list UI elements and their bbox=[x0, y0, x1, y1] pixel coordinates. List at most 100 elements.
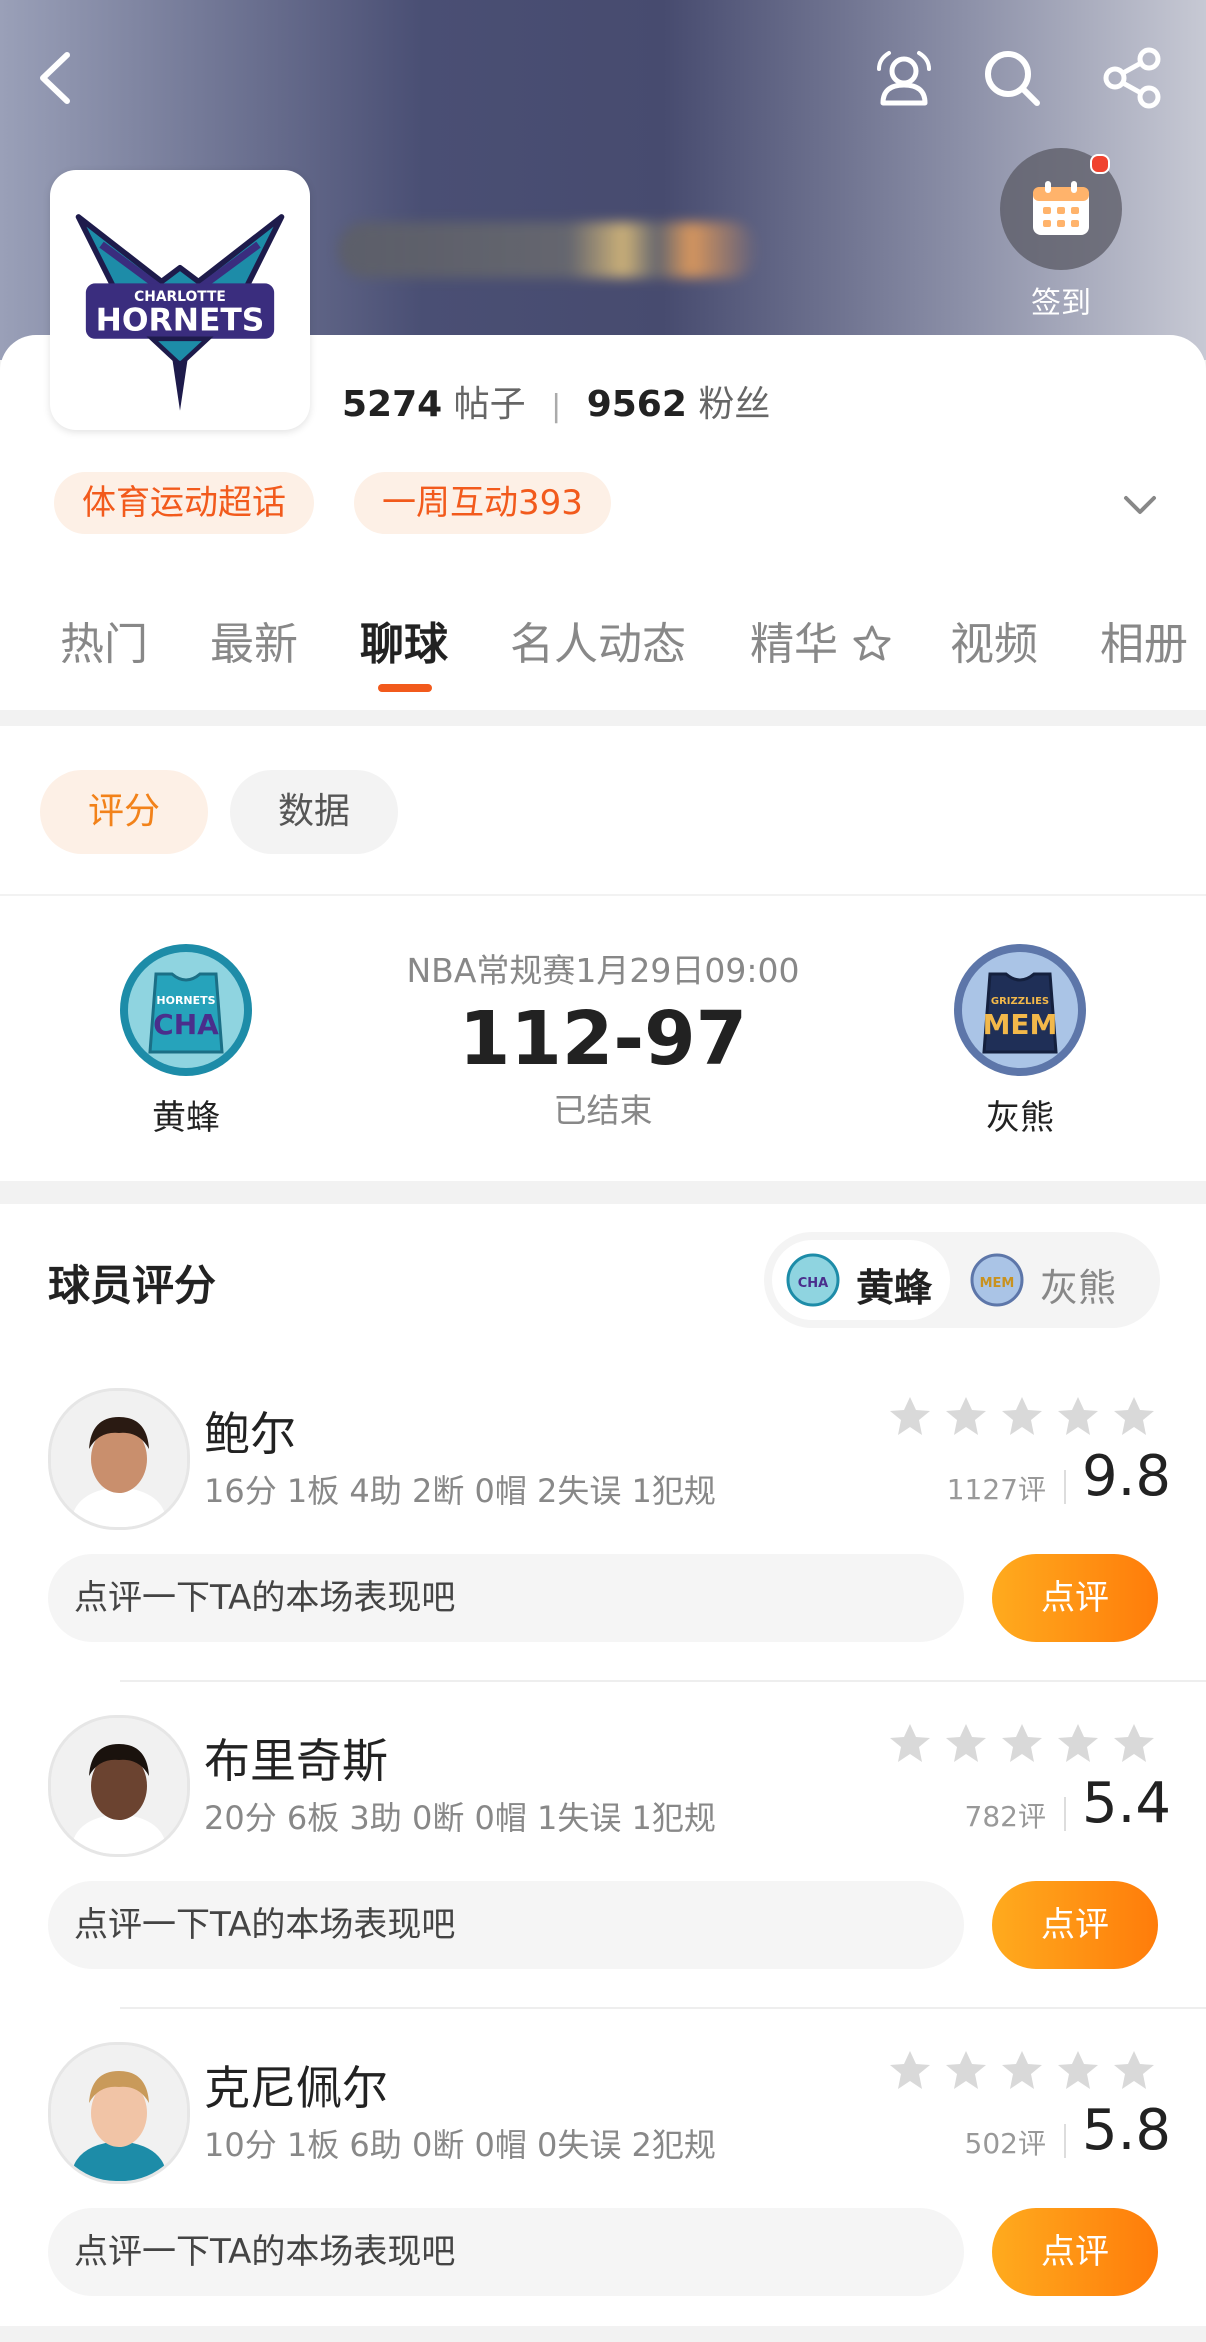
rating-star-icon[interactable] bbox=[1002, 1724, 1042, 1762]
away-badge-top: GRIZZLIES bbox=[991, 996, 1049, 1007]
blurred-topic-name bbox=[338, 222, 758, 278]
rating-count: 1127评 bbox=[946, 1473, 1046, 1506]
rating-star-icon[interactable] bbox=[1114, 1724, 1154, 1762]
tab-chat-ball[interactable]: 聊球 bbox=[360, 608, 448, 672]
rating-star-icon[interactable] bbox=[1058, 2051, 1098, 2089]
game-score: 112-97 bbox=[458, 996, 748, 1082]
player-photo bbox=[51, 1718, 187, 1854]
logo-text-main: HORNETS bbox=[96, 302, 265, 338]
checkin-button[interactable] bbox=[1000, 148, 1122, 270]
chat-button[interactable] bbox=[866, 40, 942, 116]
row-divider bbox=[120, 2007, 1206, 2009]
tab-featured[interactable]: 精华 bbox=[750, 608, 892, 672]
grizzlies-badge-icon[interactable]: GRIZZLIES MEM bbox=[950, 940, 1090, 1080]
posts-label: 帖子 bbox=[453, 384, 526, 425]
tag-super-topic[interactable]: 体育运动超话 bbox=[54, 472, 314, 534]
player-rating-score: 5.4 bbox=[1082, 1771, 1172, 1836]
tab-celebrity[interactable]: 名人动态 bbox=[510, 608, 686, 672]
team-switch-away-label: 灰熊 bbox=[1040, 1266, 1117, 1310]
rating-star-icon[interactable] bbox=[890, 1724, 930, 1762]
comment-button[interactable]: 点评 bbox=[992, 1881, 1158, 1969]
player-avatar[interactable] bbox=[48, 1715, 190, 1857]
star-outline-icon bbox=[853, 625, 891, 661]
away-team-name: 灰熊 bbox=[986, 1098, 1054, 1138]
tag-weekly-interaction[interactable]: 一周互动393 bbox=[354, 472, 611, 534]
player-stats: 16分 1板 4助 2断 0帽 2失误 1犯规 bbox=[204, 1472, 716, 1510]
tab-bar: 热门 最新 聊球 名人动态 精华 视频 相册 bbox=[0, 608, 1206, 692]
back-arrow-icon bbox=[40, 52, 70, 104]
notification-dot bbox=[1090, 154, 1110, 174]
rating-count: 502评 bbox=[964, 2127, 1046, 2160]
comment-button[interactable]: 点评 bbox=[992, 1554, 1158, 1642]
player-rating-score: 9.8 bbox=[1082, 1444, 1172, 1509]
player-name[interactable]: 布里奇斯 bbox=[204, 1725, 388, 1791]
rating-star-icon[interactable] bbox=[946, 1397, 986, 1435]
player-row: 克尼佩尔 10分 1板 6助 0断 0帽 0失误 2犯规 502评 5.8 点评一下TA… bbox=[0, 2042, 1206, 2342]
hornets-logo-icon: CHARLOTTE HORNETS bbox=[75, 214, 285, 411]
home-badge-top: HORNETS bbox=[156, 994, 215, 1007]
rating-star-icon[interactable] bbox=[946, 2051, 986, 2089]
rating-star-icon[interactable] bbox=[1002, 2051, 1042, 2089]
rating-star-icon[interactable] bbox=[1002, 1397, 1042, 1435]
rating-count: 782评 bbox=[964, 1800, 1046, 1833]
rating-star-icon[interactable] bbox=[890, 2051, 930, 2089]
calendar-icon bbox=[1033, 181, 1089, 235]
fans-label: 粉丝 bbox=[698, 384, 771, 425]
rating-star-icon[interactable] bbox=[1058, 1397, 1098, 1435]
player-name[interactable]: 克尼佩尔 bbox=[204, 2052, 388, 2118]
tab-latest[interactable]: 最新 bbox=[210, 608, 298, 672]
subtab-data[interactable]: 数据 bbox=[230, 770, 399, 854]
tab-featured-label: 精华 bbox=[750, 619, 838, 670]
checkin-label: 签到 bbox=[1031, 286, 1091, 321]
rating-star-icon[interactable] bbox=[1114, 1397, 1154, 1435]
tab-video[interactable]: 视频 bbox=[950, 608, 1038, 672]
subtab-rating[interactable]: 评分 bbox=[40, 770, 209, 854]
rating-divider bbox=[1064, 1470, 1066, 1504]
fans-count: 9562 bbox=[586, 384, 687, 425]
grizzlies-mini-icon: MEM bbox=[970, 1253, 1024, 1307]
rating-star-icon[interactable] bbox=[890, 1397, 930, 1435]
tab-album[interactable]: 相册 bbox=[1100, 608, 1188, 672]
comment-input[interactable]: 点评一下TA的本场表现吧 bbox=[48, 2208, 964, 2296]
team-logo: CHARLOTTE HORNETS bbox=[50, 170, 310, 430]
rating-star-icon[interactable] bbox=[1058, 1724, 1098, 1762]
search-button[interactable] bbox=[974, 40, 1050, 116]
player-stats: 10分 1板 6助 0断 0帽 0失误 2犯规 bbox=[204, 2126, 716, 2164]
hornets-badge-icon[interactable]: HORNETS CHA bbox=[116, 940, 256, 1080]
away-badge-main: MEM bbox=[983, 1008, 1058, 1041]
tab-hot[interactable]: 热门 bbox=[60, 608, 148, 672]
player-photo bbox=[51, 2045, 187, 2181]
rating-divider bbox=[1064, 2124, 1066, 2158]
comment-button[interactable]: 点评 bbox=[992, 2208, 1158, 2296]
star-rating[interactable] bbox=[888, 2048, 1158, 2094]
player-row: 布里奇斯 20分 6板 3助 0断 0帽 1失误 1犯规 782评 5.4 点评一下TA… bbox=[0, 1715, 1206, 2015]
home-team-name: 黄蜂 bbox=[152, 1098, 220, 1138]
hornets-mini-icon: CHA bbox=[786, 1253, 840, 1307]
stats-divider: | bbox=[551, 389, 562, 424]
player-photo bbox=[51, 1391, 187, 1527]
player-avatar[interactable] bbox=[48, 1388, 190, 1530]
back-button[interactable] bbox=[18, 40, 94, 116]
rating-star-icon[interactable] bbox=[946, 1724, 986, 1762]
share-icon bbox=[1103, 47, 1161, 109]
star-rating[interactable] bbox=[888, 1721, 1158, 1767]
team-switch: CHA 黄蜂 MEM 灰熊 bbox=[764, 1232, 1160, 1328]
active-tab-indicator bbox=[378, 684, 432, 692]
star-rating[interactable] bbox=[888, 1394, 1158, 1440]
comment-input[interactable]: 点评一下TA的本场表现吧 bbox=[48, 1554, 964, 1642]
player-name[interactable]: 鲍尔 bbox=[204, 1398, 296, 1464]
share-button[interactable] bbox=[1094, 40, 1170, 116]
game-status: 已结束 bbox=[553, 1091, 653, 1130]
chevron-down-icon[interactable] bbox=[1118, 482, 1162, 526]
player-ratings-title: 球员评分 bbox=[48, 1261, 217, 1310]
stats-row: 5274 帖子 | 9562 粉丝 bbox=[342, 375, 770, 427]
grizzlies-mini-text: MEM bbox=[980, 1276, 1015, 1291]
comment-input[interactable]: 点评一下TA的本场表现吧 bbox=[48, 1881, 964, 1969]
player-stats: 20分 6板 3助 0断 0帽 1失误 1犯规 bbox=[204, 1799, 716, 1837]
posts-count: 5274 bbox=[342, 384, 443, 425]
hornets-mini-text: CHA bbox=[798, 1276, 828, 1291]
player-avatar[interactable] bbox=[48, 2042, 190, 2184]
rating-star-icon[interactable] bbox=[1114, 2051, 1154, 2089]
team-switch-home[interactable]: CHA 黄蜂 bbox=[772, 1240, 950, 1320]
rating-divider bbox=[1064, 1797, 1066, 1831]
